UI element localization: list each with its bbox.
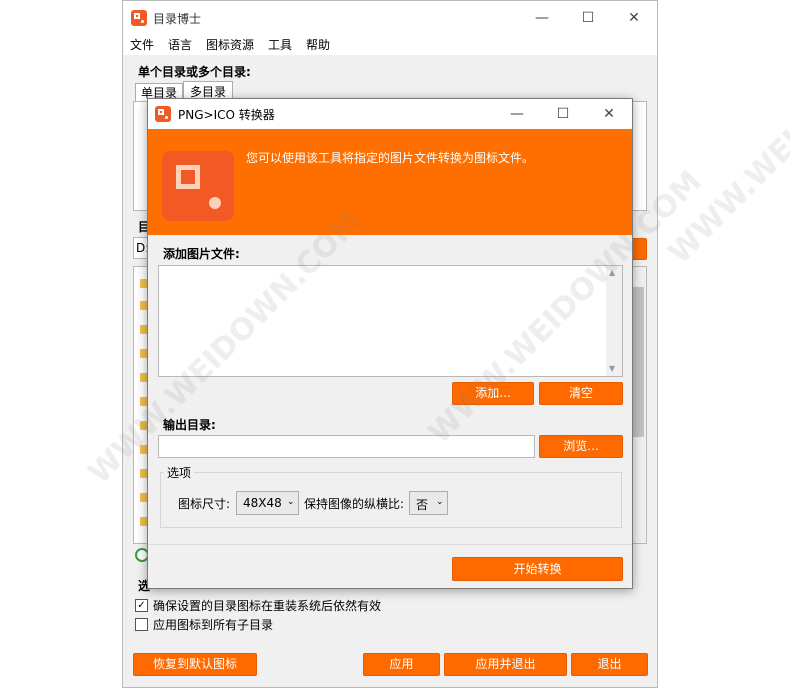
app-icon [131, 10, 147, 26]
keep-after-reinstall-checkbox[interactable]: ✓ [135, 599, 148, 612]
keep-after-reinstall-label: 确保设置的目录图标在重装系统后依然有效 [153, 599, 382, 613]
chevron-down-icon: ⌄ [287, 497, 295, 507]
main-title-bar: 目录博士 — ☐ ✕ [123, 1, 657, 35]
logo-dot [209, 197, 221, 209]
apply-and-exit-button[interactable]: 应用并退出 [444, 653, 567, 676]
menu-tools[interactable]: 工具 [268, 36, 292, 53]
icon-size-label: 图标尺寸: [178, 497, 231, 511]
menu-help[interactable]: 帮助 [306, 36, 330, 53]
dialog-maximize-button[interactable]: ☐ [540, 99, 586, 129]
menu-language[interactable]: 语言 [168, 36, 192, 53]
tree-scroll-thumb[interactable] [632, 287, 644, 437]
add-button[interactable]: 添加... [452, 382, 534, 405]
minimize-button[interactable]: — [519, 1, 565, 35]
output-dir-input[interactable] [158, 435, 535, 458]
logo-square [176, 165, 200, 189]
menu-bar: 文件 语言 图标资源 工具 帮助 [123, 35, 657, 55]
browse-button[interactable]: 浏览... [539, 435, 623, 458]
start-convert-button[interactable]: 开始转换 [452, 557, 623, 581]
options-group-title: 选项 [164, 464, 195, 481]
icon-size-value: 48X48 [243, 496, 282, 510]
keep-ratio-label: 保持图像的纵横比: [304, 497, 405, 511]
close-button[interactable]: ✕ [611, 1, 657, 35]
file-list-scrollbar[interactable]: ▲ ▼ [606, 266, 622, 376]
add-files-label: 添加图片文件: [163, 247, 240, 261]
apply-subdirs-label: 应用图标到所有子目录 [153, 618, 274, 632]
divider [148, 544, 632, 545]
png-ico-converter-dialog: PNG>ICO 转换器 — ☐ ✕ 您可以使用该工具将指定的图片文件转换为图标文… [147, 98, 633, 589]
exit-button[interactable]: 退出 [571, 653, 648, 676]
main-window-title: 目录博士 [153, 12, 202, 26]
keep-ratio-select[interactable]: 否 ⌄ [409, 491, 448, 515]
dialog-close-button[interactable]: ✕ [586, 99, 632, 129]
apply-subdirs-checkbox[interactable] [135, 618, 148, 631]
dialog-minimize-button[interactable]: — [494, 99, 540, 129]
dialog-app-icon [155, 106, 171, 122]
dialog-title-bar: PNG>ICO 转换器 — ☐ ✕ [148, 99, 632, 129]
apply-button[interactable]: 应用 [363, 653, 440, 676]
dialog-banner: 您可以使用该工具将指定的图片文件转换为图标文件。 [148, 129, 632, 235]
banner-text: 您可以使用该工具将指定的图片文件转换为图标文件。 [246, 151, 535, 165]
maximize-button[interactable]: ☐ [565, 1, 611, 35]
section-label: 单个目录或多个目录: [138, 65, 251, 79]
watermark: WWW.WEIDOWN.COM [661, 0, 790, 271]
restore-default-button[interactable]: 恢复到默认图标 [133, 653, 257, 676]
converter-logo-icon [162, 151, 234, 221]
keep-ratio-value: 否 [416, 498, 429, 512]
clear-button[interactable]: 清空 [539, 382, 623, 405]
menu-file[interactable]: 文件 [130, 36, 154, 53]
image-file-list[interactable]: ▲ ▼ [158, 265, 623, 377]
output-dir-label: 输出目录: [163, 418, 216, 432]
dialog-title: PNG>ICO 转换器 [178, 108, 275, 122]
menu-icon-resources[interactable]: 图标资源 [206, 36, 254, 53]
chevron-down-icon: ⌄ [436, 497, 444, 507]
icon-size-select[interactable]: 48X48 ⌄ [236, 491, 299, 515]
scroll-down-icon[interactable]: ▼ [609, 364, 615, 373]
scroll-up-icon[interactable]: ▲ [609, 268, 615, 277]
